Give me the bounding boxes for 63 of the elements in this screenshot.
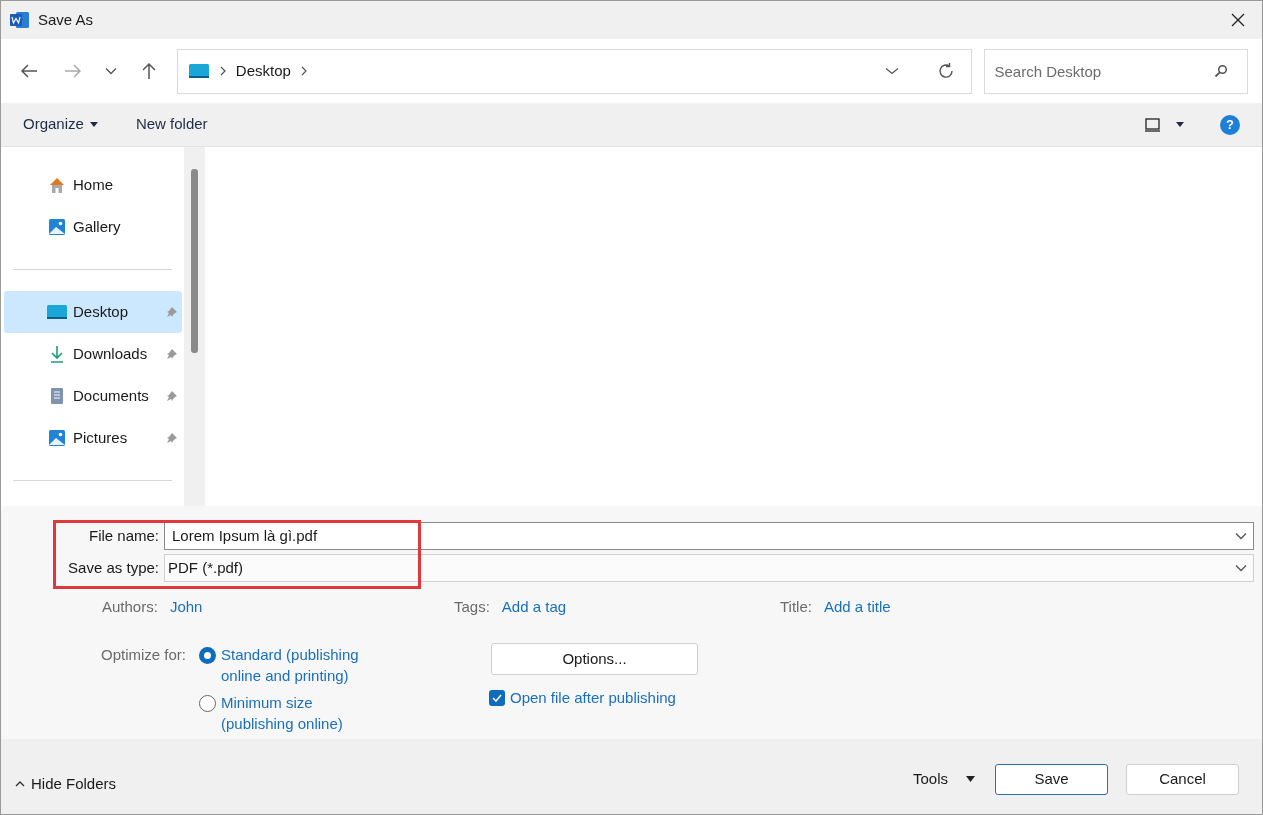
save-button[interactable]: Save: [995, 763, 1108, 795]
up-arrow-icon: [141, 62, 156, 80]
app-icon: [10, 11, 30, 29]
file-name-field[interactable]: Lorem Ipsum là gì.pdf: [164, 522, 1254, 550]
dropdown-icon: [1235, 532, 1247, 540]
options-button[interactable]: Options...: [491, 643, 698, 675]
back-arrow-icon: [19, 64, 38, 78]
view-button[interactable]: [1145, 117, 1184, 132]
cancel-button[interactable]: Cancel: [1126, 763, 1239, 795]
meta-label: Tags:: [454, 596, 490, 617]
radio-button[interactable]: [199, 647, 216, 664]
desktop-icon: [187, 62, 210, 80]
hide-folders-button[interactable]: Hide Folders: [15, 772, 117, 796]
dropdown-icon: [1235, 564, 1247, 572]
field-label: Save as type:: [67, 557, 159, 578]
checkbox-label[interactable]: Open file after publishing: [510, 687, 676, 710]
chevron-down-icon: [104, 67, 117, 75]
address-bar[interactable]: Desktop: [176, 48, 973, 94]
file-type-dropdown[interactable]: PDF (*.pdf): [164, 554, 1254, 582]
window-title: Save As: [38, 9, 95, 30]
meta-link[interactable]: Add a title: [823, 595, 891, 619]
pin-icon: [166, 432, 178, 444]
caret-icon: [89, 122, 98, 127]
field-label: File name:: [87, 525, 159, 546]
new-folder-button[interactable]: New folder: [135, 113, 208, 136]
optimize-label: Optimize for:: [100, 645, 188, 665]
check-icon: [492, 694, 502, 703]
meta-link[interactable]: Add a tag: [501, 595, 567, 619]
desktop-icon: [46, 303, 68, 321]
breadcrumb[interactable]: Desktop: [235, 59, 291, 83]
radio-button[interactable]: [199, 695, 216, 712]
pin-icon: [166, 348, 178, 360]
meta-label: Title:: [780, 596, 812, 617]
search-icon: [1214, 63, 1228, 78]
meta-link[interactable]: John: [169, 595, 203, 619]
nav-item[interactable]: Desktop: [4, 291, 182, 333]
nav-item[interactable]: Documents: [4, 375, 182, 417]
nav-item[interactable]: Downloads: [4, 333, 182, 375]
meta-label: Authors:: [102, 596, 158, 617]
close-icon: [1231, 13, 1245, 27]
caret-icon: [966, 776, 975, 782]
radio-label[interactable]: Standard (publishing online and printing): [221, 644, 371, 686]
image-icon: [47, 217, 67, 237]
checkbox[interactable]: [489, 690, 505, 707]
search-field[interactable]: Search Desktop: [984, 48, 1248, 94]
nav-item[interactable]: Home: [4, 164, 182, 206]
organize-menu[interactable]: Organize: [23, 113, 98, 136]
view-icon: [1145, 117, 1160, 132]
nav-item[interactable]: Pictures: [4, 417, 182, 459]
radio-label[interactable]: Minimum size (publishing online): [221, 692, 371, 734]
chevron-icon: [219, 66, 226, 76]
caret-icon: [1176, 122, 1184, 127]
chevron-down-icon: [885, 67, 900, 75]
tools-menu[interactable]: Tools: [912, 767, 975, 791]
chevron-icon: [300, 66, 307, 76]
forward-arrow-icon: [63, 64, 82, 78]
pin-icon: [166, 390, 178, 402]
image-icon: [47, 428, 67, 448]
pin-icon: [166, 306, 178, 318]
refresh-icon: [937, 62, 956, 80]
help-button[interactable]: ?: [1220, 114, 1240, 135]
caret-up-icon: [15, 781, 25, 787]
nav-item[interactable]: Gallery: [4, 206, 182, 248]
